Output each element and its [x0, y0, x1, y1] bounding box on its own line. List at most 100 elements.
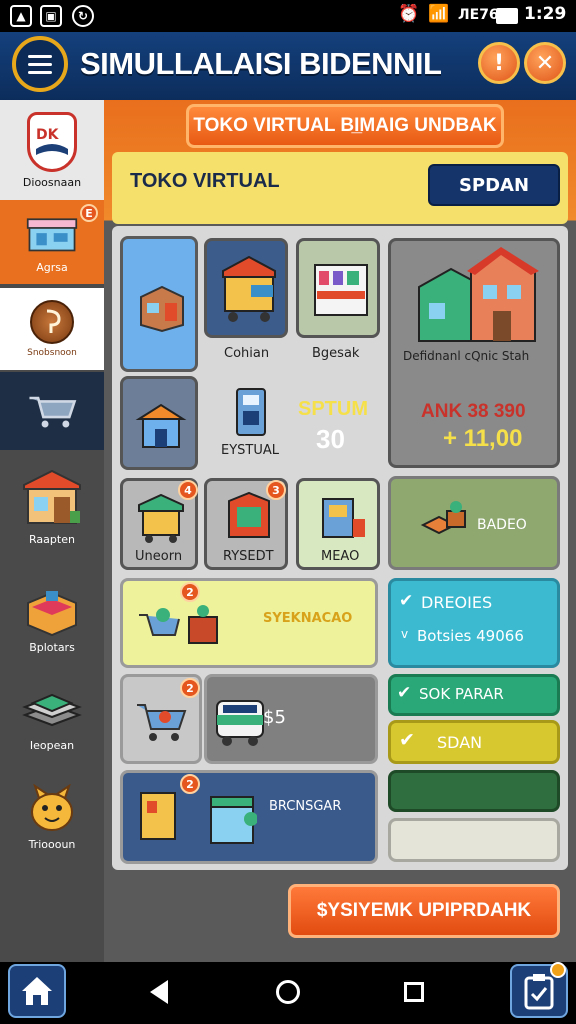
stall-icon [138, 493, 184, 543]
sidebar-item-trioooun[interactable]: Trioooun [0, 772, 104, 862]
menu-line-icon [28, 62, 52, 66]
tile-label: MEAO [321, 549, 360, 564]
sidebar-item-label: Agrsa [36, 260, 68, 274]
tile-orange-roof[interactable] [120, 376, 198, 470]
tile-empty[interactable] [388, 818, 560, 862]
coin-icon [30, 300, 74, 344]
tile-sdan[interactable]: ✔ SDAN [388, 720, 560, 764]
sidebar-item-bplotars[interactable]: Bplotars [0, 574, 104, 662]
gallery-icon: ▣ [40, 5, 62, 27]
back-icon[interactable] [150, 980, 168, 1004]
food-cart-icon [222, 255, 276, 322]
upgrade-button[interactable]: $YSIYEMK UPIPRDAHK [288, 884, 560, 938]
market-stall-icon [20, 467, 84, 529]
tile-badge: 3 [266, 480, 286, 500]
tile-label: Cohian [224, 346, 270, 361]
recents-icon[interactable] [404, 982, 424, 1002]
tile-label: SYEKNACAO [263, 611, 353, 626]
cart-icon [26, 388, 78, 434]
alert-icon: ! [493, 50, 505, 76]
sidebar-item-agrsa[interactable]: E Agrsa [0, 200, 104, 284]
tile-badge: 2 [180, 582, 200, 602]
stack-icon [21, 685, 83, 735]
alarm-icon: ⏰ [398, 4, 420, 24]
sidebar-badge: E [80, 204, 98, 222]
house-icon [135, 403, 187, 448]
app-title: SIMULLALAISI BIDENNIL [80, 46, 442, 81]
tile-green-empty[interactable] [388, 770, 560, 812]
mascot-icon [27, 783, 77, 834]
spdan-button[interactable]: SPDAN [428, 164, 560, 206]
wifi-icon: 📶 [428, 4, 450, 24]
tile-brcnsgar[interactable]: BRCNSGAR [120, 770, 378, 864]
tile-label: BRCNSGAR [269, 799, 342, 814]
kiosk-icon [322, 498, 365, 538]
tile-sok-parar[interactable]: ✔ SOK PARAR [388, 674, 560, 716]
sidebar-item-label: Trioooun [28, 837, 76, 851]
stat-value: 30 [316, 424, 345, 454]
check-icon: ✔ [399, 729, 415, 751]
sidebar-item-label: Snobsnoon [27, 348, 77, 358]
sidebar: DK Dioosnaan E Agrsa Snobsnoon Raapten B… [0, 100, 104, 962]
menu-button[interactable] [12, 36, 68, 92]
store-front-icon [314, 264, 368, 316]
box-icon [22, 583, 82, 637]
tile-sublabel: Botsies 49066 [417, 627, 524, 645]
tile-meao[interactable]: MEAO [296, 478, 380, 570]
battery-icon [496, 8, 518, 24]
sidebar-item-cart[interactable] [0, 372, 104, 450]
menu-line-icon [28, 70, 52, 74]
status-bar: ▲ ▣ ↻ ⏰ 📶 ЛЕ76 1:29 [0, 0, 576, 32]
home-button[interactable] [8, 964, 66, 1018]
sidebar-item-label: Dioosnaan [22, 175, 82, 189]
plant-box-icon [420, 501, 466, 535]
tile-label: EYSTUAL [221, 443, 279, 458]
app-header: SIMULLALAISI BIDENNIL ! ✕ [0, 32, 576, 100]
price-title: ANK 38 390 [421, 401, 526, 422]
store-title: TOKO VIRTUAL [130, 170, 280, 192]
tile-label: SOK PARAR [419, 685, 504, 703]
alert-button[interactable]: ! [478, 42, 520, 84]
tile-bus[interactable]: $5 [204, 674, 378, 764]
sidebar-item-dioosnaan[interactable]: DK Dioosnaan [0, 100, 104, 200]
shopping-cart-icon [137, 704, 187, 741]
tile-label: Defidnanl cQnic Stah [403, 349, 530, 363]
atm-icon [236, 388, 266, 436]
town-building-icon [418, 247, 539, 342]
tile-featured-building[interactable]: Defidnanl cQnic Stah ANK 38 390 + 11,00 [388, 238, 560, 468]
tile-bgesak[interactable] [296, 238, 380, 338]
sidebar-item-label: Raapten [29, 532, 75, 546]
tile-syeknacao[interactable]: SYEKNACAO [120, 578, 378, 668]
tile-badeo[interactable]: BADEO [388, 476, 560, 570]
battery-text: ЛЕ76 [458, 7, 499, 23]
notification-icon: ▲ [10, 5, 32, 27]
store-banner: TOKO VIRTUAL BI̲MAIG UNDBAK [186, 104, 504, 148]
clock: 1:29 [524, 4, 567, 24]
tile-label: SDAN [437, 733, 483, 752]
clipboard-icon [524, 974, 554, 1010]
storefront-pair-icon [140, 792, 257, 844]
tools-button[interactable]: ✕ [524, 42, 566, 84]
sidebar-item-raapten[interactable]: Raapten [0, 456, 104, 556]
tile-label: Bgesak [312, 346, 360, 361]
tile-eystual[interactable]: EYSTUAL [204, 376, 288, 470]
check-icon: ✔ [399, 591, 414, 611]
sync-icon: ↻ [72, 5, 94, 27]
tile-small-shop[interactable] [120, 236, 198, 372]
menu-line-icon [28, 54, 52, 58]
price-value: + 11,00 [443, 425, 523, 452]
tile-cohian[interactable] [204, 238, 288, 338]
tile-badge: 4 [178, 480, 198, 500]
cart-plants-icon [139, 605, 218, 644]
tools-icon: ✕ [535, 50, 555, 76]
tile-dreoies[interactable]: ✔ DREOIES v Botsies 49066 [388, 578, 560, 668]
sidebar-item-ieopean[interactable]: Ieopean [0, 674, 104, 762]
shop-building-icon [140, 285, 184, 333]
notification-dot [550, 962, 566, 978]
sidebar-item-snobsnoon[interactable]: Snobsnoon [0, 288, 104, 370]
house-home-icon [22, 977, 52, 1005]
tile-label: BADEO [477, 517, 527, 533]
sidebar-item-label: Bplotars [29, 640, 75, 654]
tasks-button[interactable] [510, 962, 568, 1018]
home-nav-icon[interactable] [276, 980, 300, 1004]
